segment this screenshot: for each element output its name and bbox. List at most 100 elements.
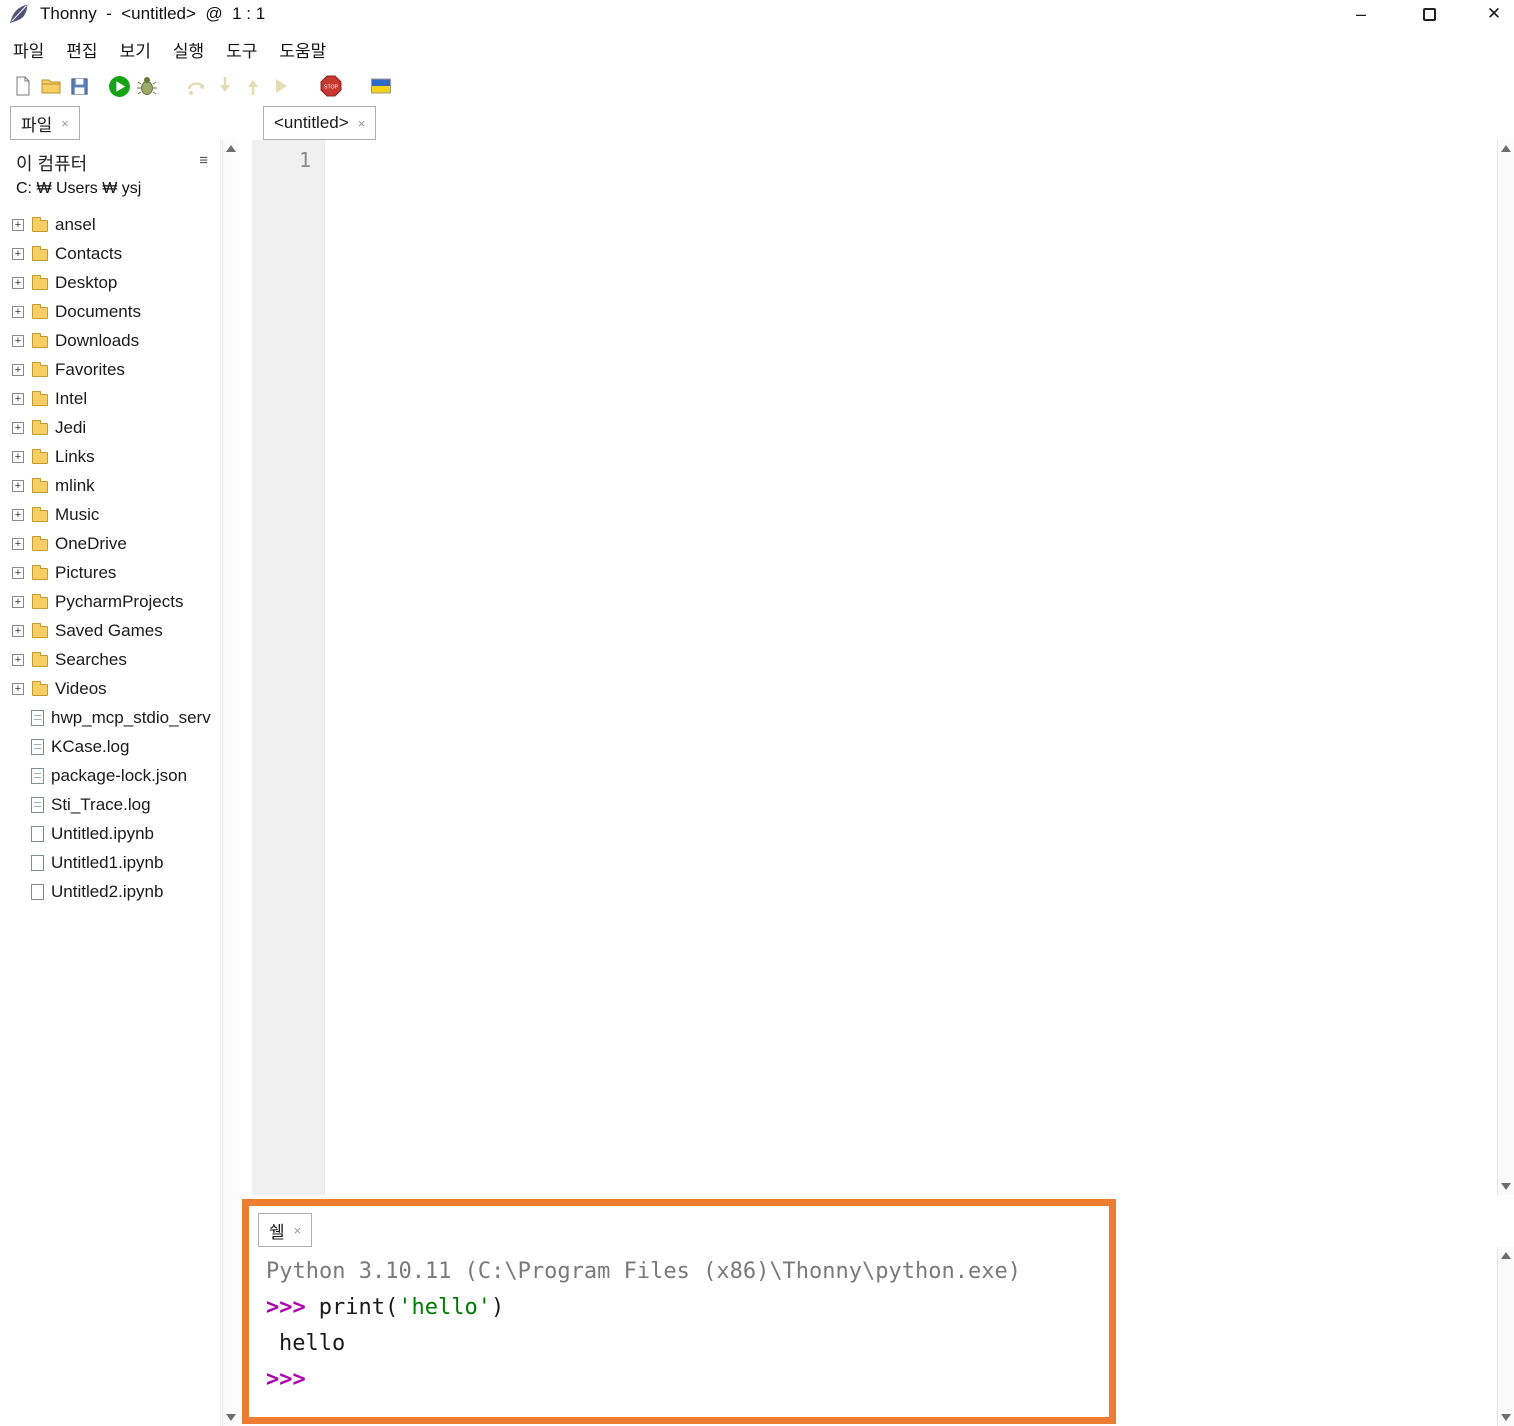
tab-editor-close-icon[interactable]: × — [358, 116, 366, 131]
folder-icon — [32, 390, 48, 406]
svg-text:STOP: STOP — [324, 85, 339, 91]
tree-file-row[interactable]: package-lock.json — [0, 761, 220, 790]
toolbar: STOP — [0, 68, 1514, 104]
folder-icon — [32, 419, 48, 435]
resume-button[interactable] — [268, 73, 294, 99]
close-button[interactable]: ✕ — [1474, 0, 1514, 28]
tree-file-row[interactable]: KCase.log — [0, 732, 220, 761]
menu-run[interactable]: 실행 — [162, 31, 215, 68]
tree-folder-row[interactable]: + Contacts — [0, 239, 220, 268]
tab-files-close-icon[interactable]: × — [61, 116, 69, 131]
tree-folder-row[interactable]: + PycharmProjects — [0, 587, 220, 616]
tab-editor-untitled[interactable]: <untitled> × — [263, 106, 377, 140]
expand-plus-icon[interactable]: + — [12, 566, 24, 579]
folder-label: Documents — [55, 301, 141, 321]
tree-file-row[interactable]: Sti_Trace.log — [0, 790, 220, 819]
expand-plus-icon[interactable]: + — [12, 276, 24, 289]
expand-plus-icon[interactable]: + — [12, 624, 24, 637]
open-file-button[interactable] — [38, 73, 64, 99]
expand-plus-icon[interactable]: + — [12, 305, 24, 318]
tree-file-row[interactable]: Untitled.ipynb — [0, 819, 220, 848]
scroll-up-icon[interactable] — [1501, 145, 1511, 152]
run-script-button[interactable] — [106, 73, 132, 99]
new-file-button[interactable] — [10, 73, 36, 99]
tree-folder-row[interactable]: + Searches — [0, 645, 220, 674]
this-computer-header: 이 컴퓨터 — [16, 154, 88, 174]
panel-menu-icon[interactable]: ≡ — [199, 152, 208, 169]
tree-folder-row[interactable]: + Favorites — [0, 355, 220, 384]
expand-plus-icon[interactable]: + — [12, 450, 24, 463]
scroll-down-icon[interactable] — [1501, 1414, 1511, 1421]
tree-folder-row[interactable]: + Links — [0, 442, 220, 471]
step-over-button[interactable] — [184, 73, 210, 99]
tree-folder-row[interactable]: + Downloads — [0, 326, 220, 355]
editor-scrollbar[interactable] — [1497, 140, 1514, 1195]
step-into-button[interactable] — [212, 73, 238, 99]
step-over-icon — [187, 82, 205, 95]
menu-file[interactable]: 파일 — [2, 31, 55, 68]
tree-folder-row[interactable]: + Videos — [0, 674, 220, 703]
step-out-button[interactable] — [240, 73, 266, 99]
tab-files[interactable]: 파일 × — [10, 106, 80, 140]
save-file-button[interactable] — [66, 73, 92, 99]
expand-plus-icon[interactable]: + — [12, 421, 24, 434]
folder-icon — [32, 303, 48, 319]
files-scrollbar[interactable] — [222, 140, 239, 1426]
shell-output-area: Python 3.10.11 (C:\Program Files (x86)\T… — [252, 1247, 1498, 1398]
expand-plus-icon[interactable]: + — [12, 363, 24, 376]
tree-folder-row[interactable]: + Intel — [0, 384, 220, 413]
line-number: 1 — [298, 148, 311, 172]
shell-panel[interactable]: Python 3.10.11 (C:\Program Files (x86)\T… — [252, 1247, 1498, 1426]
scroll-down-icon[interactable] — [226, 1414, 236, 1421]
save-floppy-icon — [70, 77, 88, 95]
tree-folder-row[interactable]: + OneDrive — [0, 529, 220, 558]
folder-icon — [32, 477, 48, 493]
menu-edit[interactable]: 편집 — [55, 31, 108, 68]
expand-plus-icon[interactable]: + — [12, 508, 24, 521]
scroll-up-icon[interactable] — [1501, 1252, 1511, 1259]
code-editor[interactable]: 1 — [252, 140, 1498, 1195]
expand-plus-icon[interactable]: + — [12, 682, 24, 695]
current-path[interactable]: C: ₩ Users ₩ ysj — [16, 180, 141, 198]
tree-folder-row[interactable]: + Desktop — [0, 268, 220, 297]
minimize-button[interactable]: – — [1338, 0, 1384, 28]
tab-shell-close-icon[interactable]: × — [294, 1223, 302, 1238]
folder-label: PycharmProjects — [55, 591, 184, 611]
expand-plus-icon[interactable]: + — [12, 334, 24, 347]
expand-plus-icon[interactable]: + — [12, 479, 24, 492]
file-label: Untitled.ipynb — [51, 823, 155, 843]
tree-file-row[interactable]: Untitled1.ipynb — [0, 848, 220, 877]
menu-view[interactable]: 보기 — [109, 31, 162, 68]
expand-plus-icon[interactable]: + — [12, 392, 24, 405]
line-number-gutter: 1 — [252, 140, 325, 1195]
tree-folder-row[interactable]: + Music — [0, 500, 220, 529]
stop-button[interactable]: STOP — [318, 73, 344, 99]
tree-file-row[interactable]: hwp_mcp_stdio_serv — [0, 703, 220, 732]
scroll-up-icon[interactable] — [226, 145, 236, 152]
shell-code-string: 'hello' — [398, 1295, 491, 1320]
tree-file-row[interactable]: Untitled2.ipynb — [0, 877, 220, 906]
maximize-button[interactable] — [1406, 0, 1452, 28]
menu-tools[interactable]: 도구 — [215, 31, 268, 68]
expand-plus-icon[interactable]: + — [12, 595, 24, 608]
expand-plus-icon[interactable]: + — [12, 247, 24, 260]
file-label: Sti_Trace.log — [51, 794, 151, 814]
tree-folder-row[interactable]: + mlink — [0, 471, 220, 500]
tree-folder-row[interactable]: + Jedi — [0, 413, 220, 442]
tree-folder-row[interactable]: + ansel — [0, 210, 220, 239]
folder-icon — [32, 332, 48, 348]
expand-plus-icon[interactable]: + — [12, 537, 24, 550]
shell-prompt: >>> — [266, 1367, 306, 1392]
shell-scrollbar[interactable] — [1497, 1247, 1514, 1426]
tree-folder-row[interactable]: + Saved Games — [0, 616, 220, 645]
tree-folder-row[interactable]: + Documents — [0, 297, 220, 326]
debug-script-button[interactable] — [134, 73, 160, 99]
language-flag-button[interactable] — [368, 73, 394, 99]
tree-folder-row[interactable]: + Pictures — [0, 558, 220, 587]
scroll-down-icon[interactable] — [1501, 1183, 1511, 1190]
folder-icon — [32, 245, 48, 261]
menu-help[interactable]: 도움말 — [268, 31, 337, 68]
expand-plus-icon[interactable]: + — [12, 653, 24, 666]
expand-plus-icon[interactable]: + — [12, 218, 24, 231]
tab-shell[interactable]: 쉘 × — [258, 1213, 313, 1247]
